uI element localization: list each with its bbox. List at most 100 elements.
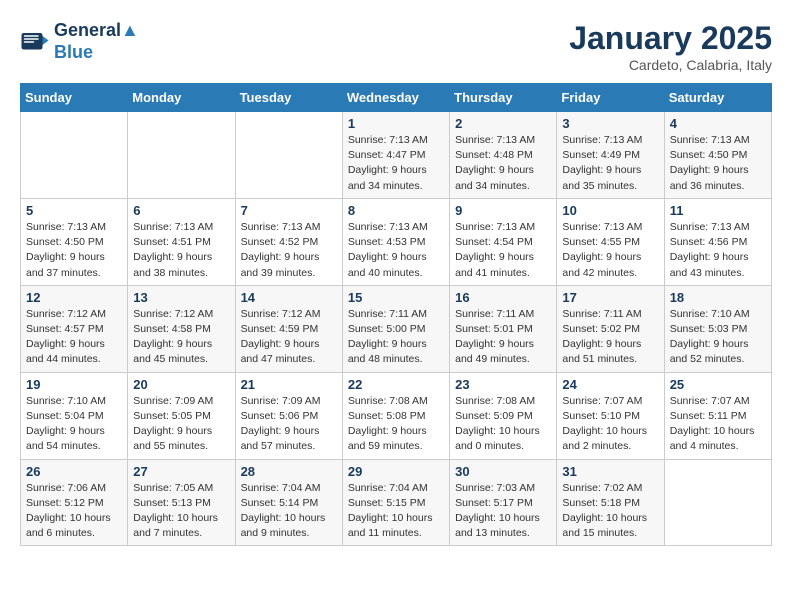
- day-number: 10: [562, 203, 658, 218]
- day-number: 23: [455, 377, 551, 392]
- day-cell: 5 Sunrise: 7:13 AMSunset: 4:50 PMDaylight…: [21, 198, 128, 285]
- day-cell: 9Sunrise: 7:13 AMSunset: 4:54 PMDaylight…: [450, 198, 557, 285]
- day-cell: 21 Sunrise: 7:09 AMSunset: 5:06 PMDayligh…: [235, 372, 342, 459]
- day-number: 18: [670, 290, 766, 305]
- day-number: 20: [133, 377, 229, 392]
- calendar-header-row: SundayMondayTuesdayWednesdayThursdayFrid…: [21, 84, 772, 112]
- day-info: Sunrise: 7:04 AMSunset: 5:15 PMDaylight:…: [348, 481, 444, 542]
- day-number: 1: [348, 116, 444, 131]
- col-header-saturday: Saturday: [664, 84, 771, 112]
- day-number: 16: [455, 290, 551, 305]
- day-info: Sunrise: 7:13 AMSunset: 4:48 PMDaylight:…: [455, 133, 551, 194]
- day-cell: 28 Sunrise: 7:04 AMSunset: 5:14 PMDayligh…: [235, 459, 342, 546]
- day-cell: 22 Sunrise: 7:08 AMSunset: 5:08 PMDayligh…: [342, 372, 449, 459]
- week-row-2: 5 Sunrise: 7:13 AMSunset: 4:50 PMDaylight…: [21, 198, 772, 285]
- day-cell: 2 Sunrise: 7:13 AMSunset: 4:48 PMDaylight…: [450, 112, 557, 199]
- day-info: Sunrise: 7:13 AMSunset: 4:50 PMDaylight:…: [670, 133, 766, 194]
- day-cell: 19Sunrise: 7:10 AMSunset: 5:04 PMDayligh…: [21, 372, 128, 459]
- day-cell: [21, 112, 128, 199]
- day-info: Sunrise: 7:12 AMSunset: 4:58 PMDaylight:…: [133, 307, 229, 368]
- day-info: Sunrise: 7:13 AMSunset: 4:47 PMDaylight:…: [348, 133, 444, 194]
- day-cell: 11 Sunrise: 7:13 AMSunset: 4:56 PMDayligh…: [664, 198, 771, 285]
- month-title: January 2025: [569, 20, 772, 57]
- day-number: 25: [670, 377, 766, 392]
- title-block: January 2025 Cardeto, Calabria, Italy: [569, 20, 772, 73]
- logo-icon: [20, 27, 50, 57]
- day-cell: 17 Sunrise: 7:11 AMSunset: 5:02 PMDayligh…: [557, 285, 664, 372]
- day-cell: [128, 112, 235, 199]
- day-number: 22: [348, 377, 444, 392]
- day-number: 2: [455, 116, 551, 131]
- day-info: Sunrise: 7:05 AMSunset: 5:13 PMDaylight:…: [133, 481, 229, 542]
- day-number: 9: [455, 203, 551, 218]
- day-cell: 13Sunrise: 7:12 AMSunset: 4:58 PMDayligh…: [128, 285, 235, 372]
- day-info: Sunrise: 7:09 AMSunset: 5:05 PMDaylight:…: [133, 394, 229, 455]
- day-number: 3: [562, 116, 658, 131]
- day-number: 26: [26, 464, 122, 479]
- day-info: Sunrise: 7:13 AMSunset: 4:52 PMDaylight:…: [241, 220, 337, 281]
- week-row-4: 19Sunrise: 7:10 AMSunset: 5:04 PMDayligh…: [21, 372, 772, 459]
- day-cell: 24 Sunrise: 7:07 AMSunset: 5:10 PMDayligh…: [557, 372, 664, 459]
- day-cell: 30 Sunrise: 7:03 AMSunset: 5:17 PMDayligh…: [450, 459, 557, 546]
- day-cell: 26Sunrise: 7:06 AMSunset: 5:12 PMDayligh…: [21, 459, 128, 546]
- day-info: Sunrise: 7:13 AMSunset: 4:49 PMDaylight:…: [562, 133, 658, 194]
- day-info: Sunrise: 7:08 AMSunset: 5:09 PMDaylight:…: [455, 394, 551, 455]
- day-info: Sunrise: 7:10 AMSunset: 5:04 PMDaylight:…: [26, 394, 122, 455]
- day-cell: 14Sunrise: 7:12 AMSunset: 4:59 PMDayligh…: [235, 285, 342, 372]
- day-cell: [664, 459, 771, 546]
- day-cell: 23 Sunrise: 7:08 AMSunset: 5:09 PMDayligh…: [450, 372, 557, 459]
- day-cell: 8 Sunrise: 7:13 AMSunset: 4:53 PMDaylight…: [342, 198, 449, 285]
- day-number: 6: [133, 203, 229, 218]
- week-row-1: 1 Sunrise: 7:13 AMSunset: 4:47 PMDaylight…: [21, 112, 772, 199]
- week-row-5: 26Sunrise: 7:06 AMSunset: 5:12 PMDayligh…: [21, 459, 772, 546]
- day-cell: 18 Sunrise: 7:10 AMSunset: 5:03 PMDayligh…: [664, 285, 771, 372]
- day-info: Sunrise: 7:08 AMSunset: 5:08 PMDaylight:…: [348, 394, 444, 455]
- day-info: Sunrise: 7:13 AMSunset: 4:55 PMDaylight:…: [562, 220, 658, 281]
- day-number: 5: [26, 203, 122, 218]
- day-info: Sunrise: 7:04 AMSunset: 5:14 PMDaylight:…: [241, 481, 337, 542]
- day-cell: 7Sunrise: 7:13 AMSunset: 4:52 PMDaylight…: [235, 198, 342, 285]
- day-cell: 3 Sunrise: 7:13 AMSunset: 4:49 PMDaylight…: [557, 112, 664, 199]
- day-number: 30: [455, 464, 551, 479]
- day-number: 15: [348, 290, 444, 305]
- day-number: 14: [241, 290, 337, 305]
- day-info: Sunrise: 7:13 AMSunset: 4:53 PMDaylight:…: [348, 220, 444, 281]
- day-number: 11: [670, 203, 766, 218]
- day-number: 29: [348, 464, 444, 479]
- day-info: Sunrise: 7:13 AMSunset: 4:56 PMDaylight:…: [670, 220, 766, 281]
- day-number: 24: [562, 377, 658, 392]
- day-info: Sunrise: 7:02 AMSunset: 5:18 PMDaylight:…: [562, 481, 658, 542]
- day-cell: 1 Sunrise: 7:13 AMSunset: 4:47 PMDaylight…: [342, 112, 449, 199]
- day-cell: 15 Sunrise: 7:11 AMSunset: 5:00 PMDayligh…: [342, 285, 449, 372]
- day-cell: 31Sunrise: 7:02 AMSunset: 5:18 PMDayligh…: [557, 459, 664, 546]
- day-info: Sunrise: 7:10 AMSunset: 5:03 PMDaylight:…: [670, 307, 766, 368]
- calendar-table: SundayMondayTuesdayWednesdayThursdayFrid…: [20, 83, 772, 546]
- day-cell: 4Sunrise: 7:13 AMSunset: 4:50 PMDaylight…: [664, 112, 771, 199]
- col-header-tuesday: Tuesday: [235, 84, 342, 112]
- col-header-thursday: Thursday: [450, 84, 557, 112]
- day-cell: 12Sunrise: 7:12 AMSunset: 4:57 PMDayligh…: [21, 285, 128, 372]
- day-number: 28: [241, 464, 337, 479]
- day-cell: 29 Sunrise: 7:04 AMSunset: 5:15 PMDayligh…: [342, 459, 449, 546]
- col-header-friday: Friday: [557, 84, 664, 112]
- day-info: Sunrise: 7:07 AMSunset: 5:10 PMDaylight:…: [562, 394, 658, 455]
- day-cell: [235, 112, 342, 199]
- day-info: Sunrise: 7:11 AMSunset: 5:01 PMDaylight:…: [455, 307, 551, 368]
- day-info: Sunrise: 7:11 AMSunset: 5:00 PMDaylight:…: [348, 307, 444, 368]
- day-cell: 6Sunrise: 7:13 AMSunset: 4:51 PMDaylight…: [128, 198, 235, 285]
- day-info: Sunrise: 7:11 AMSunset: 5:02 PMDaylight:…: [562, 307, 658, 368]
- day-number: 8: [348, 203, 444, 218]
- day-info: Sunrise: 7:03 AMSunset: 5:17 PMDaylight:…: [455, 481, 551, 542]
- logo: General▲ Blue: [20, 20, 139, 63]
- day-cell: 16 Sunrise: 7:11 AMSunset: 5:01 PMDayligh…: [450, 285, 557, 372]
- day-cell: 20 Sunrise: 7:09 AMSunset: 5:05 PMDayligh…: [128, 372, 235, 459]
- day-number: 27: [133, 464, 229, 479]
- day-number: 21: [241, 377, 337, 392]
- week-row-3: 12Sunrise: 7:12 AMSunset: 4:57 PMDayligh…: [21, 285, 772, 372]
- day-number: 17: [562, 290, 658, 305]
- page-header: General▲ Blue January 2025 Cardeto, Cala…: [20, 20, 772, 73]
- day-info: Sunrise: 7:09 AMSunset: 5:06 PMDaylight:…: [241, 394, 337, 455]
- day-info: Sunrise: 7:07 AMSunset: 5:11 PMDaylight:…: [670, 394, 766, 455]
- day-info: Sunrise: 7:12 AMSunset: 4:57 PMDaylight:…: [26, 307, 122, 368]
- day-info: Sunrise: 7:13 AMSunset: 4:50 PMDaylight:…: [26, 220, 122, 281]
